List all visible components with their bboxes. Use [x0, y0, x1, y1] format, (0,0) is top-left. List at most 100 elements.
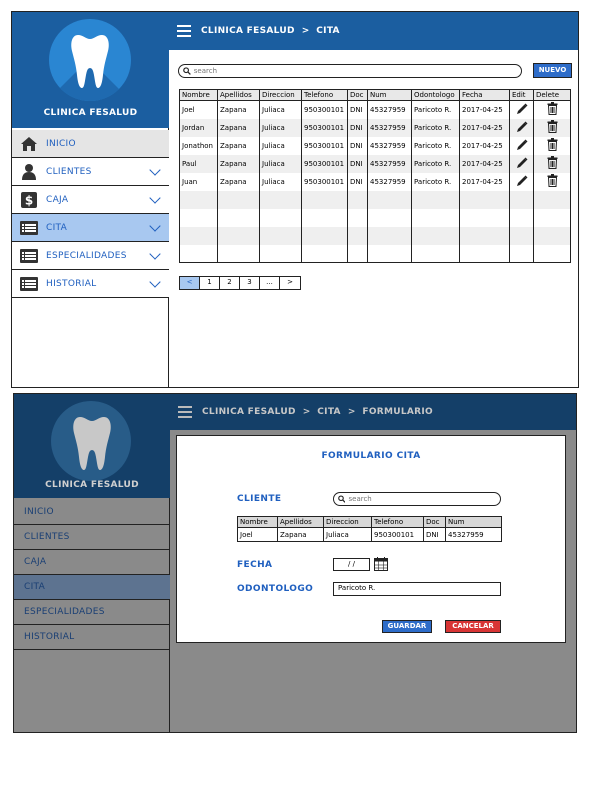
page-next-button[interactable]: >: [280, 277, 300, 289]
sidebar-item-cita[interactable]: CITA: [14, 575, 170, 600]
hamburger-menu-icon[interactable]: [177, 25, 191, 37]
breadcrumb-clinica[interactable]: CLINICA FESALUD: [202, 407, 296, 417]
table-cell: Juliaca: [259, 154, 302, 173]
client-table: Nombre Apellidos Direccion Telefono Doc …: [237, 516, 502, 542]
search-input[interactable]: [193, 67, 521, 75]
sidebar-item-caja[interactable]: CAJA: [14, 550, 170, 575]
edit-pencil-icon[interactable]: [509, 136, 534, 155]
table-cell: [217, 208, 260, 227]
sidebar-item-clientes[interactable]: CLIENTES: [14, 525, 170, 550]
delete-trash-icon[interactable]: [533, 136, 571, 155]
breadcrumb-cita[interactable]: CITA: [316, 26, 340, 36]
column-header: Nombre: [237, 516, 278, 528]
table-row[interactable]: Jonathon Zapana Juliaca 950300101 DNI 4532795…: [179, 136, 571, 155]
edit-pencil-icon[interactable]: [509, 172, 534, 191]
empty-table-row: [179, 208, 571, 227]
edit-pencil-icon[interactable]: [509, 100, 534, 119]
chevron-down-icon[interactable]: [149, 276, 161, 288]
table-cell: DNI: [347, 118, 368, 137]
table-cell: 45327959: [445, 527, 502, 542]
page-2-button[interactable]: 2: [220, 277, 240, 289]
chevron-down-icon[interactable]: [149, 220, 161, 232]
cancelar-button[interactable]: CANCELAR: [445, 620, 501, 633]
chevron-down-icon[interactable]: [149, 248, 161, 260]
delete-trash-icon[interactable]: [533, 154, 571, 173]
table-cell: Juliaca: [323, 527, 372, 542]
table-cell: [459, 190, 510, 209]
sidebar-item-inicio[interactable]: INICIO: [12, 130, 169, 158]
column-header: Apellidos: [217, 89, 260, 101]
table-cell: Juliaca: [259, 172, 302, 191]
breadcrumb-clinica[interactable]: CLINICA FESALUD: [201, 26, 295, 36]
sidebar-item-cita[interactable]: CITA: [12, 214, 169, 242]
hamburger-menu-icon[interactable]: [178, 406, 192, 418]
column-header: Edit: [509, 89, 534, 101]
table-cell: [509, 208, 534, 227]
sidebar-menu: INICIO CLIENTES $ CAJA CITA ESPECIALIDAD…: [12, 130, 169, 298]
sidebar-item-inicio[interactable]: INICIO: [14, 500, 170, 525]
form-title: FORMULARIO CITA: [321, 451, 421, 461]
empty-table-row: [179, 190, 571, 209]
page-more-button[interactable]: ...: [260, 277, 280, 289]
search-icon: [338, 495, 346, 503]
fecha-date-input[interactable]: / /: [333, 558, 370, 571]
breadcrumb-cita[interactable]: CITA: [317, 407, 341, 417]
edit-pencil-icon[interactable]: [509, 154, 534, 173]
table-cell: DNI: [347, 172, 368, 191]
nuevo-button[interactable]: NUEVO: [533, 63, 572, 78]
table-row[interactable]: Joel Zapana Juliaca 950300101 DNI 45327959 Par…: [179, 100, 571, 119]
sidebar-item-historial[interactable]: HISTORIAL: [14, 625, 170, 650]
logo-area: CLINICA FESALUD: [14, 394, 170, 498]
client-search-input[interactable]: [348, 495, 500, 503]
delete-trash-icon[interactable]: [533, 172, 571, 191]
empty-table-row: [179, 244, 571, 263]
chevron-down-icon[interactable]: [149, 192, 161, 204]
sidebar-item-especialidades[interactable]: ESPECIALIDADES: [12, 242, 169, 270]
table-cell: 45327959: [367, 118, 412, 137]
breadcrumb-formulario[interactable]: FORMULARIO: [362, 407, 433, 417]
column-header: Num: [445, 516, 502, 528]
table-row[interactable]: Juan Zapana Juliaca 950300101 DNI 45327959 Par…: [179, 172, 571, 191]
sidebar-item-label: HISTORIAL: [46, 278, 97, 289]
delete-trash-icon[interactable]: [533, 118, 571, 137]
client-search-box[interactable]: [333, 492, 501, 506]
cita-form-screen: CLINICA FESALUD INICIO CLIENTES CAJA CIT…: [13, 393, 577, 733]
table-cell: DNI: [423, 527, 446, 542]
table-cell: DNI: [347, 154, 368, 173]
page-3-button[interactable]: 3: [240, 277, 260, 289]
table-cell: [347, 190, 368, 209]
table-cell: Paricoto R.: [411, 136, 460, 155]
breadcrumb-separator: >: [302, 407, 311, 417]
sidebar: CLINICA FESALUD INICIO CLIENTES CAJA CIT…: [14, 394, 170, 732]
column-header: Telefono: [371, 516, 424, 528]
edit-pencil-icon[interactable]: [509, 118, 534, 137]
page-1-button[interactable]: 1: [200, 277, 220, 289]
table-cell: 45327959: [367, 154, 412, 173]
sidebar-item-clientes[interactable]: CLIENTES: [12, 158, 169, 186]
sidebar-item-historial[interactable]: HISTORIAL: [12, 270, 169, 298]
guardar-button[interactable]: GUARDAR: [382, 620, 432, 633]
column-header: Apellidos: [277, 516, 324, 528]
table-cell: Paricoto R.: [411, 118, 460, 137]
fecha-label: FECHA: [237, 560, 273, 570]
page-prev-button[interactable]: <: [180, 277, 200, 289]
table-cell: 2017-04-25: [459, 136, 510, 155]
table-cell: Zapana: [217, 136, 260, 155]
table-row[interactable]: Paul Zapana Juliaca 950300101 DNI 45327959 Par…: [179, 154, 571, 173]
calendar-icon[interactable]: [374, 557, 388, 571]
odontologo-field[interactable]: Paricoto R.: [333, 582, 501, 596]
sidebar-item-especialidades[interactable]: ESPECIALIDADES: [14, 600, 170, 625]
table-cell: Zapana: [217, 172, 260, 191]
sidebar: CLINICA FESALUD INICIO CLIENTES $ CAJA C…: [12, 12, 169, 387]
list-icon: [20, 248, 38, 264]
chevron-down-icon[interactable]: [149, 164, 161, 176]
sidebar-item-caja[interactable]: $ CAJA: [12, 186, 169, 214]
table-cell: [301, 226, 348, 245]
column-header: Doc: [347, 89, 368, 101]
table-cell: [411, 190, 460, 209]
table-row[interactable]: Joel Zapana Juliaca 950300101 DNI 453279…: [237, 527, 502, 542]
delete-trash-icon[interactable]: [533, 100, 571, 119]
table-row[interactable]: Jordan Zapana Juliaca 950300101 DNI 45327959 P…: [179, 118, 571, 137]
empty-table-row: [179, 226, 571, 245]
search-box[interactable]: [178, 64, 522, 78]
